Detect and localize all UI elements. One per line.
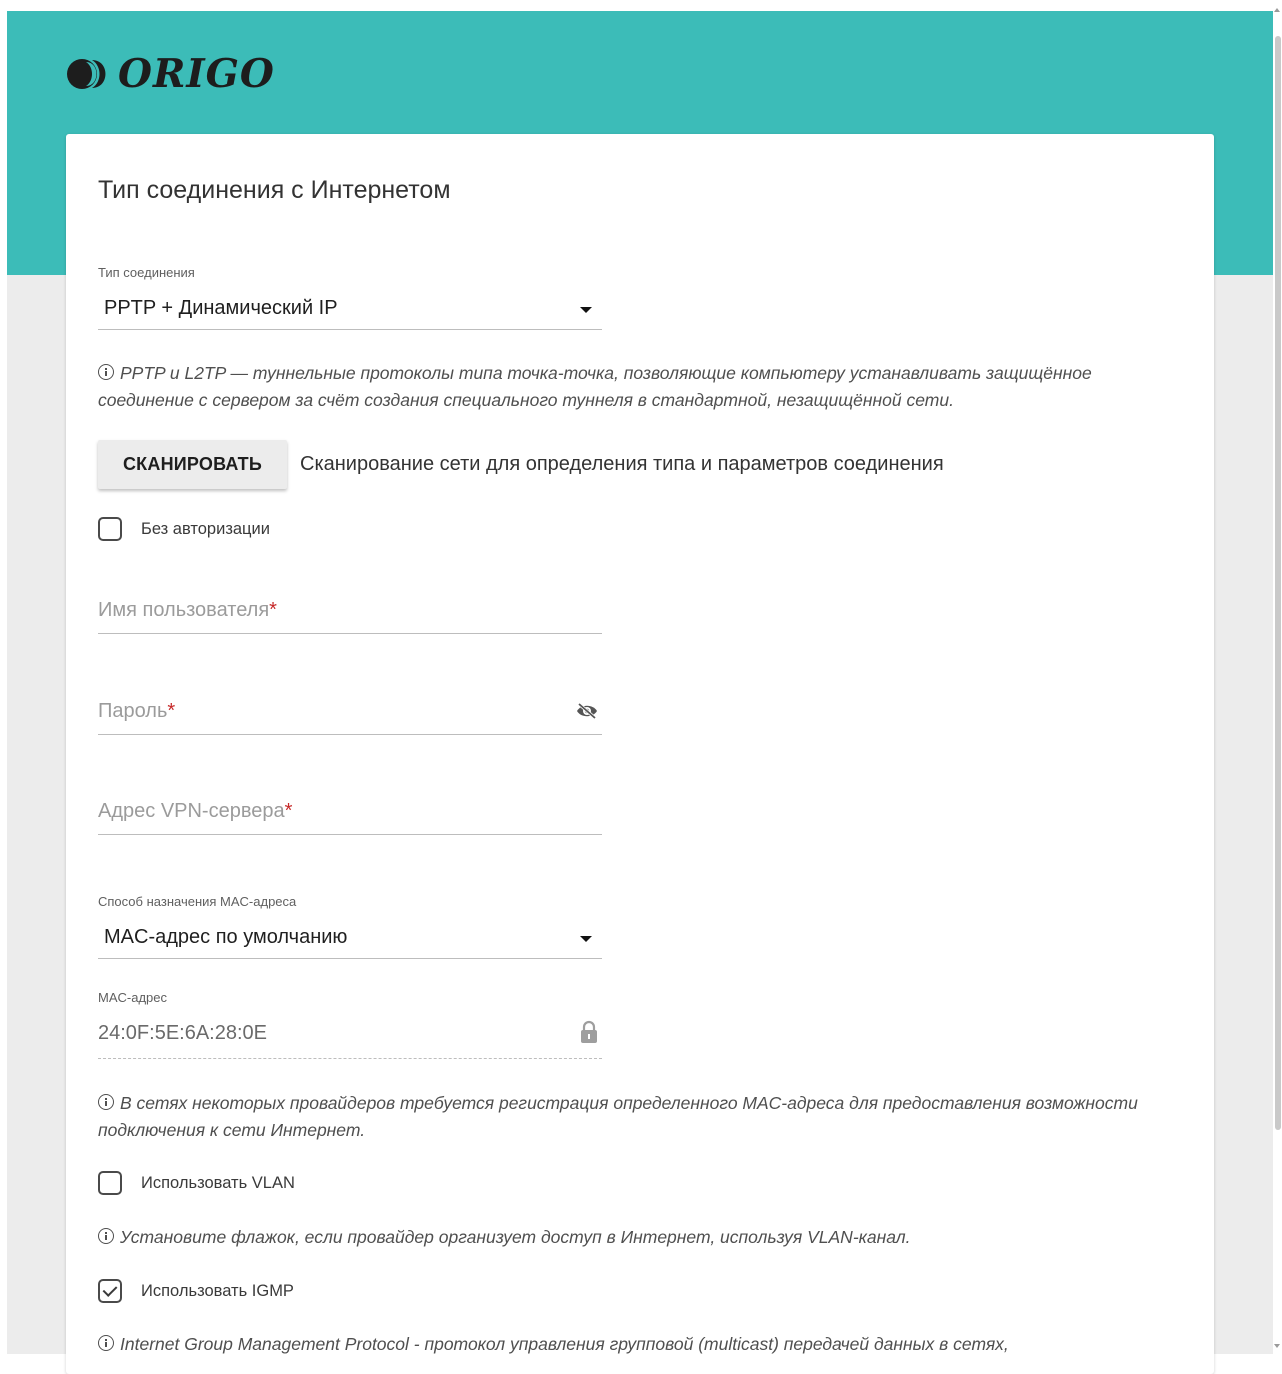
vlan-info-text: Установите флажок, если провайдер органи…	[98, 1224, 1178, 1251]
chevron-down-icon	[580, 936, 592, 942]
scroll-up-arrow-icon[interactable]	[1274, 8, 1280, 12]
scroll-thumb[interactable]	[1275, 36, 1281, 1130]
scan-description: Сканирование сети для определения типа и…	[300, 453, 944, 475]
mac-address-label: MAC-адрес	[98, 990, 167, 1005]
checkmark-icon	[102, 1282, 118, 1297]
mac-method-value: MAC-адрес по умолчанию	[104, 926, 348, 948]
vpn-server-placeholder: Адрес VPN-сервера*	[98, 800, 293, 822]
mac-method-label: Способ назначения MAC-адреса	[98, 894, 297, 909]
page-title: Тип соединения с Интернетом	[98, 176, 451, 204]
scrollbar[interactable]	[1273, 0, 1282, 1354]
mac-address-field: 24:0F:5E:6A:28:0E	[98, 1014, 602, 1059]
password-input[interactable]: Пароль*	[98, 690, 602, 735]
eye-off-icon[interactable]	[576, 702, 598, 720]
igmp-label: Использовать IGMP	[141, 1282, 294, 1300]
username-input[interactable]: Имя пользователя*	[98, 589, 602, 634]
vlan-checkbox[interactable]	[98, 1171, 122, 1195]
scan-button[interactable]: СКАНИРОВАТЬ	[98, 440, 287, 489]
username-placeholder: Имя пользователя*	[98, 599, 277, 621]
vpn-server-input[interactable]: Адрес VPN-сервера*	[98, 790, 602, 835]
no-auth-checkbox[interactable]	[98, 517, 122, 541]
connection-type-select[interactable]: PPTP + Динамический IP	[98, 289, 602, 330]
chevron-down-icon	[580, 307, 592, 313]
igmp-checkbox[interactable]	[98, 1279, 122, 1303]
info-icon	[98, 1094, 114, 1110]
pptp-info-text: PPTP и L2TP — туннельные протоколы типа …	[98, 360, 1178, 414]
no-auth-label: Без авторизации	[141, 520, 270, 538]
pptp-info-content: PPTP и L2TP — туннельные протоколы типа …	[98, 363, 1092, 410]
vlan-info-content: Установите флажок, если провайдер органи…	[120, 1227, 911, 1247]
scroll-down-arrow-icon[interactable]	[1274, 1344, 1280, 1348]
connection-type-label: Тип соединения	[98, 265, 195, 280]
settings-card: Тип соединения с Интернетом Тип соединен…	[66, 134, 1214, 1374]
logo-text: ORIGO	[118, 51, 275, 97]
password-placeholder: Пароль*	[98, 700, 176, 722]
origo-logo-icon	[67, 59, 106, 89]
connection-type-value: PPTP + Динамический IP	[104, 297, 338, 319]
mac-address-value: 24:0F:5E:6A:28:0E	[98, 1022, 268, 1044]
mac-info-text: В сетях некоторых провайдеров требуется …	[98, 1090, 1178, 1144]
lock-icon	[581, 1020, 597, 1043]
info-icon	[98, 364, 114, 380]
origo-logo: ORIGO	[66, 52, 275, 96]
info-icon	[98, 1228, 114, 1244]
vlan-label: Использовать VLAN	[141, 1174, 295, 1192]
mac-info-content: В сетях некоторых провайдеров требуется …	[98, 1093, 1138, 1140]
info-icon	[98, 1335, 114, 1351]
mac-method-select[interactable]: MAC-адрес по умолчанию	[98, 918, 602, 959]
igmp-info-content: Internet Group Management Protocol - про…	[120, 1334, 1009, 1354]
